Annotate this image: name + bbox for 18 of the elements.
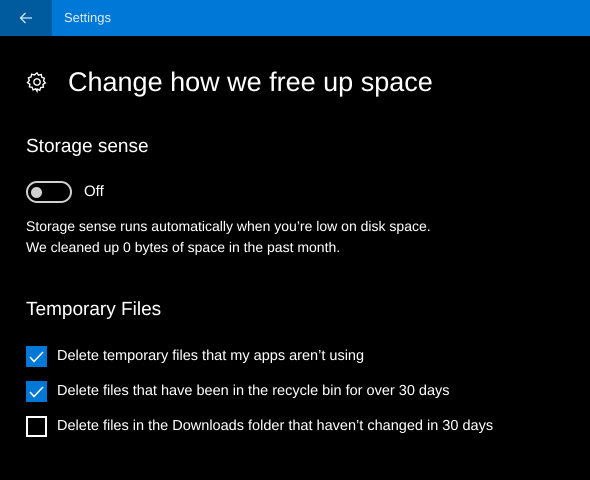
toggle-label: Off [84,182,104,202]
gear-icon [26,71,48,94]
description-text: We cleaned up 0 bytes of space in the past month. [26,238,342,257]
checkbox[interactable] [26,416,47,437]
checkmark-icon [29,350,44,362]
checkbox-label: Delete files that have been in the recycle bin for over 30 days [57,382,450,401]
section-heading: Storage sense [26,134,150,158]
checkbox[interactable] [26,346,47,367]
window-title: Settings [64,9,111,28]
back-arrow-icon [19,12,33,24]
checkbox[interactable] [26,381,47,402]
page-title: Change how we free up space [68,66,433,99]
checkmark-icon [29,386,44,398]
toggle-switch[interactable] [26,181,72,204]
section-heading: Temporary Files [26,298,162,322]
description-text: Storage sense runs automatically when you’re low on disk space. [26,216,432,236]
checkbox-label: Delete files in the Downloads folder that haven’t changed in 30 days [57,417,494,436]
checkbox-label: Delete temporary files that my apps aren’t using [57,347,364,366]
